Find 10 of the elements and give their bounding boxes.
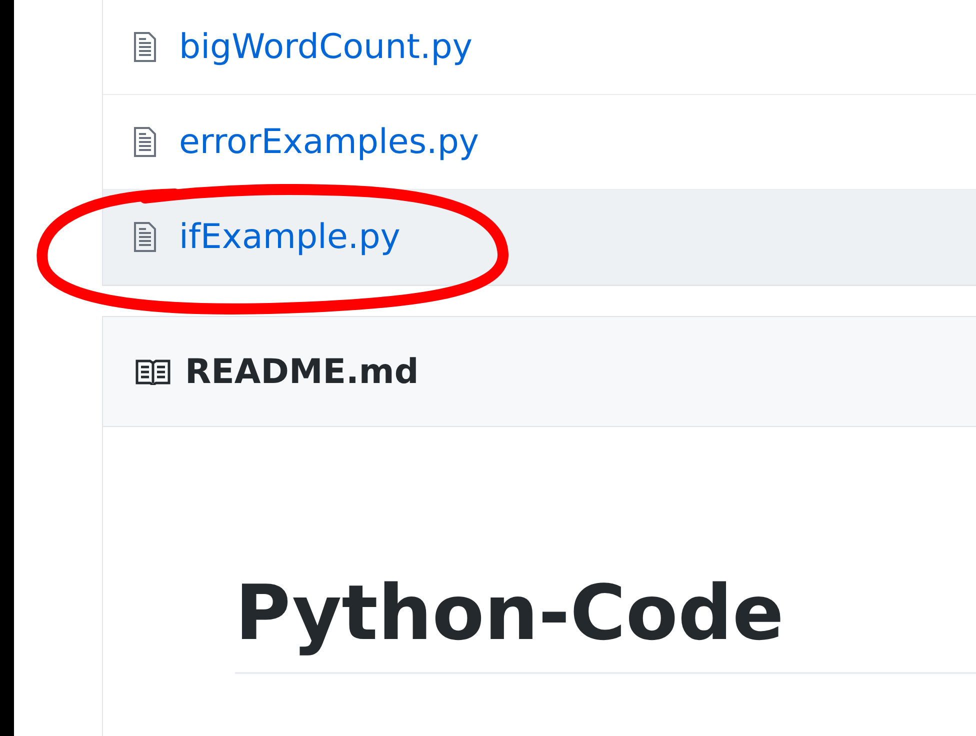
readme-heading: Python-Code	[235, 567, 976, 674]
file-link[interactable]: bigWordCount.py	[179, 27, 472, 67]
file-row[interactable]: ifExample.py	[103, 190, 976, 285]
file-link[interactable]: errorExamples.py	[179, 122, 480, 162]
readme-filename: README.md	[185, 352, 419, 392]
file-icon	[133, 127, 157, 157]
file-link[interactable]: ifExample.py	[179, 217, 400, 257]
file-icon	[133, 32, 157, 62]
file-icon	[133, 222, 157, 252]
book-icon	[135, 358, 171, 384]
